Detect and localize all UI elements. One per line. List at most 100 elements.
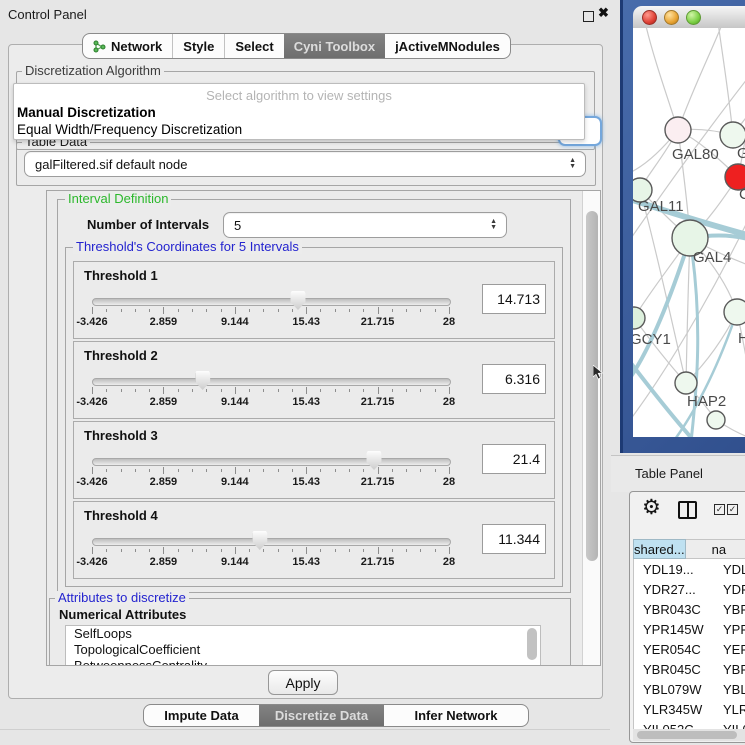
numerical-attributes-list[interactable]: SelfLoopsTopologicalCoefficientBetweenne… [65, 625, 541, 666]
table-hscrollbar-track[interactable] [633, 729, 745, 741]
network-edge[interactable] [640, 190, 686, 383]
table-row[interactable]: YLR345WYLR3 [634, 699, 745, 719]
slider-track[interactable] [92, 458, 451, 466]
tab-jactivemnodules[interactable]: jActiveMNodules [385, 34, 510, 58]
tab-style[interactable]: Style [173, 34, 225, 58]
threshold-value-field[interactable] [482, 364, 546, 394]
checked-box-icon[interactable]: ✓ [727, 504, 738, 515]
threshold-slider[interactable]: -3.4262.8599.14415.4321.71528 [92, 450, 449, 494]
slider-tick-labels: -3.4262.8599.14415.4321.71528 [92, 316, 449, 329]
attributes-list-scrollbar[interactable] [527, 628, 537, 660]
cell-name[interactable]: YBR0 [709, 662, 745, 677]
table-data-combobox[interactable]: galFiltered.sif default node ▲▼ [24, 151, 586, 177]
slider-track[interactable] [92, 378, 451, 386]
table-row[interactable]: YDR27...YDR2 [634, 579, 745, 599]
node-label: GAL80 [672, 146, 719, 163]
threshold-block: Threshold 3 -3.4262.8599.14415.4321.7152… [73, 421, 555, 499]
cell-name[interactable]: YBL0 [709, 682, 745, 697]
table-row[interactable]: YBL079WYBL0 [634, 679, 745, 699]
cell-shared-name[interactable]: YBR043C [634, 602, 709, 617]
threshold-value-field[interactable] [482, 524, 546, 554]
cell-name[interactable]: YDR2 [709, 582, 745, 597]
popup-option-manual-discretization[interactable]: Manual Discretization [17, 105, 156, 120]
node-label: HAP2 [687, 393, 726, 410]
network-node[interactable] [675, 372, 697, 394]
gear-icon[interactable]: ⚙ [642, 495, 661, 520]
table-row[interactable]: YBR043CYBR0 [634, 599, 745, 619]
network-edge[interactable] [686, 238, 690, 383]
slider-ticks [92, 387, 449, 395]
cell-name[interactable]: YDL1 [709, 562, 745, 577]
slider-ticks [92, 547, 449, 555]
cell-name[interactable]: YLR3 [709, 702, 745, 717]
network-window-titlebar[interactable] [633, 6, 745, 29]
popup-option-equal-width-frequency[interactable]: Equal Width/Frequency Discretization [17, 122, 242, 137]
settings-scrollbar-thumb[interactable] [586, 211, 598, 561]
cell-shared-name[interactable]: YIL052C [634, 722, 709, 730]
table-row[interactable]: YBR045CYBR0 [634, 659, 745, 679]
slider-track[interactable] [92, 298, 451, 306]
cell-shared-name[interactable]: YPR145W [634, 622, 709, 637]
cell-shared-name[interactable]: YDL19... [634, 562, 709, 577]
cell-shared-name[interactable]: YBL079W [634, 682, 709, 697]
cell-name[interactable]: YIL0 [709, 722, 745, 730]
cell-shared-name[interactable]: YLR345W [634, 702, 709, 717]
tab-discretize-data[interactable]: Discretize Data [259, 705, 384, 726]
cell-shared-name[interactable]: YBR045C [634, 662, 709, 677]
column-header-name[interactable]: na [686, 539, 745, 559]
threshold-slider[interactable]: -3.4262.8599.14415.4321.71528 [92, 290, 449, 334]
threshold-value-field[interactable] [482, 444, 546, 474]
zoom-traffic-light-icon[interactable] [686, 10, 701, 25]
network-node[interactable] [707, 411, 725, 429]
column-header-shared-name[interactable]: shared... [633, 539, 686, 559]
attribute-item[interactable]: TopologicalCoefficient [66, 642, 540, 658]
tab-select[interactable]: Select [225, 34, 283, 58]
network-edge[interactable] [678, 28, 723, 130]
tick-label: 2.859 [150, 476, 178, 488]
split-columns-icon[interactable] [678, 501, 697, 519]
tick-label: 9.144 [221, 556, 249, 568]
minimize-traffic-light-icon[interactable] [664, 10, 679, 25]
checked-box-icon[interactable]: ✓ [714, 504, 725, 515]
close-icon[interactable]: ✖ [598, 5, 609, 21]
close-traffic-light-icon[interactable] [642, 10, 657, 25]
network-canvas[interactable]: GAL80GACGAL11GAL4GCY1HHAP2 [633, 28, 745, 437]
network-node[interactable] [665, 117, 691, 143]
cell-shared-name[interactable]: YDR27... [634, 582, 709, 597]
cell-shared-name[interactable]: YER054C [634, 642, 709, 657]
spinner-arrows-icon: ▲▼ [569, 158, 576, 170]
panel-bottom-divider [0, 729, 610, 730]
tick-label: 15.43 [292, 316, 320, 328]
slider-track[interactable] [92, 538, 451, 546]
tick-label: 21.715 [361, 556, 395, 568]
threshold-slider[interactable]: -3.4262.8599.14415.4321.71528 [92, 530, 449, 574]
attribute-item[interactable]: SelfLoops [66, 626, 540, 642]
table-row[interactable]: YDL19...YDL1 [634, 559, 745, 579]
number-of-intervals-combobox[interactable]: 5 ▲▼ [223, 212, 507, 238]
tab-infer-network[interactable]: Infer Network [384, 705, 528, 726]
tab-cyni-toolbox[interactable]: Cyni Toolbox [284, 34, 385, 58]
network-edge[interactable] [645, 28, 678, 130]
tab-impute-data[interactable]: Impute Data [144, 705, 259, 726]
tick-label: -3.426 [76, 316, 107, 328]
table-row[interactable]: YIL052CYIL0 [634, 719, 745, 729]
network-node[interactable] [724, 299, 745, 325]
table-row[interactable]: YER054CYER0 [634, 639, 745, 659]
table-hscrollbar-thumb[interactable] [637, 731, 737, 739]
table-row[interactable]: YPR145WYPR1 [634, 619, 745, 639]
cell-name[interactable]: YPR1 [709, 622, 745, 637]
settings-scrollbar-track[interactable] [582, 191, 600, 665]
bottom-tab-strip: Impute Data Discretize Data Infer Networ… [143, 704, 529, 727]
apply-button[interactable]: Apply [268, 670, 338, 695]
cell-name[interactable]: YBR0 [709, 602, 745, 617]
node-label: GAL11 [638, 198, 684, 215]
threshold-value-field[interactable] [482, 284, 546, 314]
number-of-intervals-value: 5 [234, 218, 241, 233]
network-edge[interactable] [718, 28, 733, 135]
float-window-icon[interactable] [583, 11, 594, 22]
network-node[interactable] [633, 307, 645, 329]
cell-name[interactable]: YER0 [709, 642, 745, 657]
attribute-item[interactable]: BetweennessCentrality [66, 658, 540, 666]
tab-network[interactable]: Network [83, 34, 173, 58]
threshold-slider[interactable]: -3.4262.8599.14415.4321.71528 [92, 370, 449, 414]
